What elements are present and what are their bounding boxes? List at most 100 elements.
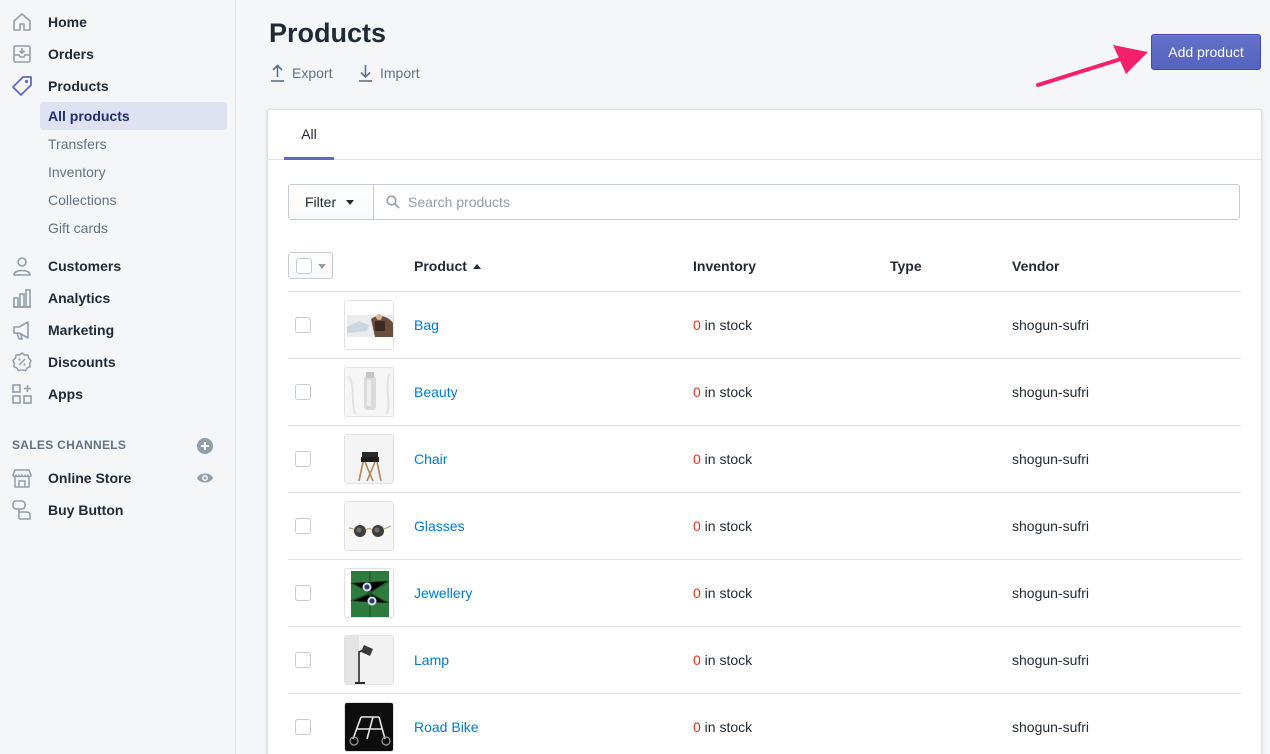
product-thumbnail[interactable] [344, 635, 394, 685]
product-name-link[interactable]: Jewellery [414, 585, 472, 601]
filter-button[interactable]: Filter [288, 184, 374, 220]
sidebar-item-label: Marketing [48, 322, 115, 338]
column-header-label: Product [414, 258, 467, 274]
home-icon [13, 13, 31, 31]
inventory-count: 0 [693, 384, 701, 400]
bulk-select-checkbox[interactable] [288, 252, 333, 279]
annotation-arrow [1036, 45, 1148, 87]
inventory-suffix: in stock [700, 384, 753, 400]
products-card: All Filter Product Inventory Type Vendor… [267, 109, 1262, 754]
import-button[interactable]: Import [358, 63, 420, 83]
table-row[interactable]: Bag 0 in stock shogun-sufri [288, 292, 1241, 359]
product-name-link[interactable]: Beauty [414, 384, 458, 400]
search-field[interactable] [373, 184, 1240, 220]
row-checkbox[interactable] [295, 652, 311, 668]
table-row[interactable]: Beauty 0 in stock shogun-sufri [288, 359, 1241, 426]
view-online-store-icon[interactable] [196, 470, 214, 486]
sidebar-item-products[interactable]: Products [0, 70, 236, 102]
inventory-suffix: in stock [700, 317, 753, 333]
product-name-link[interactable]: Bag [414, 317, 439, 333]
sidebar-subitem-collections[interactable]: Collections [40, 186, 227, 214]
tab-bar: All [268, 110, 1261, 160]
sidebar-item-label: Orders [48, 46, 94, 62]
megaphone-icon [13, 321, 29, 340]
sidebar-item-marketing[interactable]: Marketing [0, 314, 236, 346]
orders-icon [13, 45, 31, 63]
inventory-suffix: in stock [700, 518, 753, 534]
column-header-inventory: Inventory [693, 258, 757, 274]
add-product-button[interactable]: Add product [1151, 34, 1261, 70]
vendor-cell: shogun-sufri [1012, 384, 1090, 400]
sidebar-item-label: Products [48, 78, 109, 94]
sidebar-item-discounts[interactable]: Discounts [0, 346, 236, 378]
inventory-cell: 0 in stock [693, 451, 752, 467]
row-checkbox[interactable] [295, 317, 311, 333]
sidebar-subitem-inventory[interactable]: Inventory [40, 158, 227, 186]
inventory-cell: 0 in stock [693, 652, 752, 668]
product-name-link[interactable]: Road Bike [414, 719, 479, 735]
product-thumbnail[interactable] [344, 501, 394, 551]
table-row[interactable]: Lamp 0 in stock shogun-sufri [288, 627, 1241, 694]
product-thumbnail[interactable] [344, 568, 394, 618]
sidebar-item-customers[interactable]: Customers [0, 250, 236, 282]
export-icon [271, 64, 284, 82]
row-checkbox[interactable] [295, 384, 311, 400]
sidebar-item-home[interactable]: Home [0, 6, 236, 38]
sidebar-item-apps[interactable]: Apps [0, 378, 236, 410]
inventory-count: 0 [693, 451, 701, 467]
search-input[interactable] [408, 194, 1208, 210]
caret-down-icon [318, 264, 326, 269]
sidebar-subitem-all-products[interactable]: All products [40, 102, 227, 130]
product-thumbnail[interactable] [344, 434, 394, 484]
select-all-checkbox[interactable] [296, 258, 312, 274]
row-checkbox[interactable] [295, 585, 311, 601]
product-thumbnail[interactable] [344, 300, 394, 350]
sidebar-item-label: Apps [48, 386, 83, 402]
import-label: Import [380, 65, 420, 81]
caret-down-icon [346, 199, 355, 205]
inventory-count: 0 [693, 719, 701, 735]
sidebar-subitem-transfers[interactable]: Transfers [40, 130, 227, 158]
tab-all[interactable]: All [284, 110, 334, 160]
inventory-suffix: in stock [700, 652, 753, 668]
product-name-link[interactable]: Glasses [414, 518, 465, 534]
sidebar-item-orders[interactable]: Orders [0, 38, 236, 70]
sidebar-item-buy-button[interactable]: Buy Button [0, 494, 236, 526]
row-checkbox[interactable] [295, 719, 311, 735]
sidebar-item-label: Analytics [48, 290, 111, 306]
inventory-count: 0 [693, 317, 701, 333]
inventory-cell: 0 in stock [693, 585, 752, 601]
table-row[interactable]: Road Bike 0 in stock shogun-sufri [288, 694, 1241, 754]
add-sales-channel-icon[interactable] [196, 437, 214, 455]
vendor-cell: shogun-sufri [1012, 317, 1090, 333]
table-row[interactable]: Glasses 0 in stock shogun-sufri [288, 493, 1241, 560]
sidebar-item-label: Buy Button [48, 502, 124, 518]
sidebar-subitem-gift-cards[interactable]: Gift cards [40, 214, 227, 242]
inventory-count: 0 [693, 585, 701, 601]
apps-icon [12, 384, 32, 404]
product-name-link[interactable]: Chair [414, 451, 447, 467]
sidebar-item-label: Discounts [48, 354, 116, 370]
product-name-link[interactable]: Lamp [414, 652, 449, 668]
export-label: Export [292, 65, 333, 81]
column-header-vendor: Vendor [1012, 258, 1060, 274]
row-checkbox[interactable] [295, 518, 311, 534]
import-icon [359, 65, 372, 82]
vendor-cell: shogun-sufri [1012, 652, 1090, 668]
sidebar: Home Orders Products All products Transf… [0, 0, 236, 754]
inventory-count: 0 [693, 652, 701, 668]
table-row[interactable]: Chair 0 in stock shogun-sufri [288, 426, 1241, 493]
sidebar-item-analytics[interactable]: Analytics [0, 282, 236, 314]
export-button[interactable]: Export [270, 63, 332, 83]
sidebar-item-label: Customers [48, 258, 122, 274]
sales-channels-heading: SALES CHANNELS [12, 438, 127, 452]
column-header-product[interactable]: Product [414, 258, 481, 274]
row-checkbox[interactable] [295, 451, 311, 467]
product-thumbnail[interactable] [344, 367, 394, 417]
inventory-suffix: in stock [700, 451, 753, 467]
filter-row: Filter [288, 184, 1241, 221]
search-icon [386, 195, 400, 209]
table-row[interactable]: Jewellery 0 in stock shogun-sufri [288, 560, 1241, 627]
store-icon [12, 469, 32, 488]
product-thumbnail[interactable] [344, 702, 394, 752]
